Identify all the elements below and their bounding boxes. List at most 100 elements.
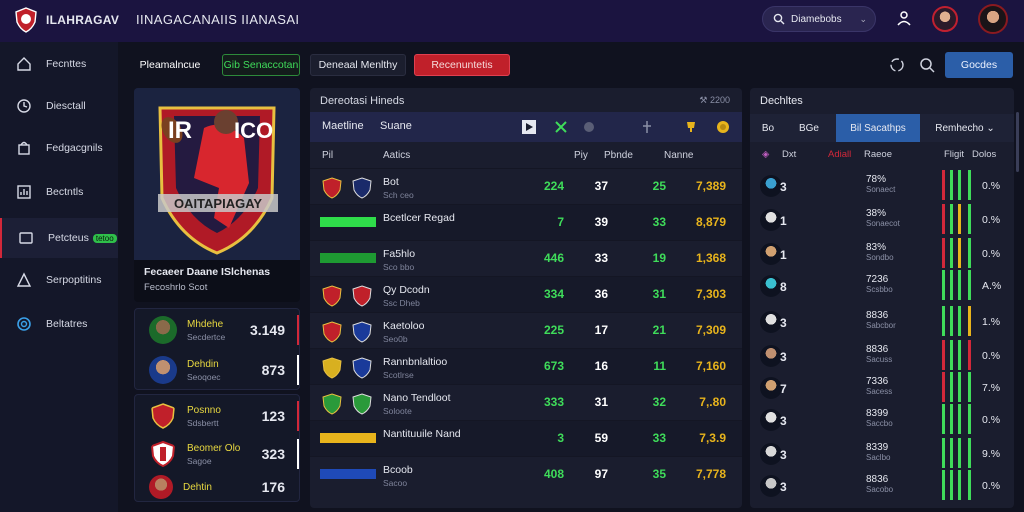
player-avatar (760, 175, 782, 197)
stop-icon[interactable] (522, 120, 536, 134)
hero-card[interactable]: IR ICO OAITAPIAGAY Fecaeer Daane ISlchen… (134, 88, 300, 302)
season-button[interactable]: Gib Senaccotan (222, 54, 300, 76)
player-value: 3.149 (249, 322, 285, 338)
search-icon[interactable] (918, 56, 936, 74)
list-item[interactable]: Mhdehe Secdertce 3.149 (135, 311, 299, 349)
goals-button[interactable]: Gocdes (945, 52, 1013, 78)
column-header[interactable]: Adiall (828, 149, 851, 160)
sidebar-item-stats[interactable]: Bectntls (0, 172, 118, 212)
table-row[interactable]: Bcetlcer Regad 7 39 33 8,879 (310, 204, 742, 240)
table-row[interactable]: 3 8399 Saccbo 0.% (750, 404, 1014, 438)
percent-value: 8339 (866, 442, 889, 453)
rank-value: 8 (780, 280, 787, 294)
club-crest-icon (151, 403, 175, 429)
table-row[interactable]: Fa5hlo Sco bbo 446 33 19 1,368 (310, 240, 742, 276)
panel-title: Dechltes (760, 95, 803, 107)
rate-value: 9.% (982, 448, 1001, 460)
triangle-icon (16, 272, 32, 287)
table-row[interactable]: 7 7336 Sacess 7.% (750, 372, 1014, 406)
column-header[interactable]: Aatics (383, 150, 410, 161)
player-value: 323 (261, 446, 285, 462)
form-tick (942, 372, 945, 402)
table-row[interactable]: 3 78% Sonaect 0.% (750, 170, 1014, 204)
list-item[interactable]: Posnno Sdsbertt 123 (135, 397, 299, 435)
team-name: Bcoob (383, 464, 413, 476)
column-header[interactable]: Fligit (944, 149, 964, 160)
brand-name[interactable]: ILAHRAGAV (46, 13, 119, 27)
rate-value: 0.% (982, 214, 1001, 226)
table-row[interactable]: 1 83% Sondbo 0.% (750, 238, 1014, 272)
card-icon (19, 232, 33, 244)
profile-avatar[interactable] (978, 4, 1008, 34)
team-name: Nano Tendloot (383, 392, 451, 404)
tab-summary[interactable]: Suane (380, 120, 412, 132)
standings-panel: Dereotasi Hineds ⚒ 2200 Maetline Suane P… (310, 88, 742, 508)
list-item[interactable]: Dehtin 176 (135, 473, 299, 501)
sidebar-item-profiles[interactable]: Petcteus tetoo (0, 218, 118, 258)
player-avatar (149, 475, 173, 499)
stat-cell: 31 (594, 395, 608, 409)
table-row[interactable]: 8 7236 Scsbbo A.% (750, 270, 1014, 304)
tab-sections[interactable]: Bil Sacathps (836, 114, 920, 142)
brand-shield-icon[interactable] (14, 7, 38, 33)
sidebar-item-reports[interactable]: Serpoptitins (0, 260, 118, 300)
chart-icon (17, 185, 31, 199)
column-header[interactable]: Raeoe (864, 149, 892, 160)
pin-icon[interactable] (640, 120, 654, 134)
tools-icon[interactable]: ⚒ (699, 95, 707, 105)
column-header[interactable]: Pil (322, 150, 333, 161)
stat-cell: 37 (594, 179, 608, 193)
user-icon[interactable] (896, 10, 912, 26)
percent-sub: Scsbbo (866, 285, 893, 294)
table-row[interactable]: 3 8836 Sacuss 0.% (750, 340, 1014, 374)
stat-cell: 3 (557, 431, 564, 445)
table-row[interactable]: 3 8836 Sacobo 0.% (750, 470, 1014, 504)
table-row[interactable]: 1 38% Sonaecot 0.% (750, 204, 1014, 238)
stat-cell: 673 (543, 359, 564, 373)
search-input[interactable]: Diamebobs ⌄ (762, 6, 876, 32)
ball-icon[interactable] (582, 120, 596, 134)
percent-value: 8836 (866, 474, 889, 485)
list-item[interactable]: Beomer Olo Sagoe 323 (135, 435, 299, 473)
table-row[interactable]: 3 8836 Sabcbor 1.% (750, 306, 1014, 340)
column-header[interactable]: Piy (574, 150, 588, 161)
table-row[interactable]: Nantituuile Nand 3 59 33 7,3.9 (310, 420, 742, 456)
percent-sub: Saclbo (866, 453, 891, 462)
list-item[interactable]: Dehdin Seoqoec 873 (135, 351, 299, 389)
column-header[interactable]: Dolos (972, 149, 996, 160)
table-row[interactable]: 3 8339 Saclbo 9.% (750, 438, 1014, 472)
coin-icon[interactable] (716, 120, 730, 134)
tab-bge[interactable]: BGe (784, 114, 834, 142)
form-tick (968, 470, 971, 500)
sidebar-item-history[interactable]: Diesctall (0, 86, 118, 126)
table-row[interactable]: Qy Dcodn Ssc Dheb 334 36 31 7,303 (310, 276, 742, 312)
trophy-icon[interactable] (684, 120, 698, 134)
expand-icon[interactable] (554, 120, 568, 134)
table-row[interactable]: Kaetoloo Seo0b 225 17 21 7,309 (310, 312, 742, 348)
column-header[interactable]: Nanne (664, 150, 693, 161)
table-row[interactable]: Bcoob Sacoo 408 97 35 7,778 (310, 456, 742, 492)
monthly-button[interactable]: Deneaal Menlthy (310, 54, 406, 76)
table-row[interactable]: Bot Sch ceo 224 37 25 7,389 (310, 168, 742, 204)
tab-bo[interactable]: Bo (754, 114, 782, 142)
tab-remhecho[interactable]: Remhecho ⌄ (922, 114, 1008, 142)
ring-icon (17, 317, 31, 331)
table-row[interactable]: Rannbnlaltioo Scotlrse 673 16 11 7,160 (310, 348, 742, 384)
sidebar-item-home[interactable]: Fecnttes (0, 44, 118, 84)
sidebar-item-packages[interactable]: Fedgacgnils (0, 128, 118, 168)
scrollbar[interactable] (1016, 112, 1019, 172)
form-tick (968, 372, 971, 402)
row-marker (297, 401, 299, 431)
sync-icon[interactable] (888, 56, 906, 74)
table-header: Pil Aatics Piy Pbnde Nanne (310, 144, 742, 168)
column-header[interactable]: Dxt (782, 149, 796, 160)
recent-button[interactable]: Recenuntetis (414, 54, 510, 76)
column-header[interactable]: Pbnde (604, 150, 633, 161)
sidebar-item-settings[interactable]: Beltatres (0, 304, 118, 344)
stat-cell: 7,389 (695, 179, 726, 193)
table-row[interactable]: Nano Tendloot Soloote 333 31 32 7,.80 (310, 384, 742, 420)
filter-button[interactable]: Pleamalncue (134, 54, 206, 76)
sidebar-item-label: Fedgacgnils (46, 142, 103, 154)
avatar[interactable] (932, 6, 958, 32)
tab-matchline[interactable]: Maetline (322, 120, 364, 132)
